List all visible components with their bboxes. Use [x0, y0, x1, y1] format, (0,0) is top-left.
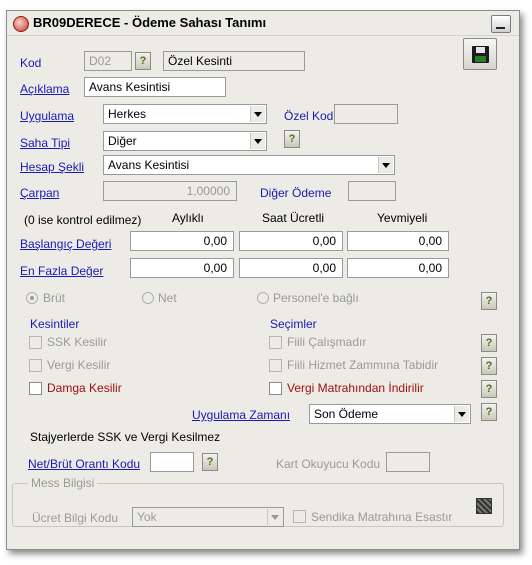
ucret-bilgi-value: Yok: [137, 510, 157, 524]
personel-radio[interactable]: [257, 292, 269, 304]
hesap-sekli-value: Avans Kesintisi: [108, 158, 190, 172]
mess-title: Mess Bilgisi: [28, 476, 98, 490]
kart-okuyucu-field[interactable]: [386, 452, 430, 472]
fiili-calisma-checkbox[interactable]: [269, 336, 282, 349]
brut-radio[interactable]: [26, 292, 38, 304]
fiili-calisma-label: Fiili Çalışmadır: [287, 335, 367, 349]
net-brut-field[interactable]: [150, 452, 194, 472]
net-brut-help-button[interactable]: ?: [202, 453, 218, 471]
carpan-field[interactable]: 1,00000: [103, 181, 237, 201]
col-saat-ucretli: Saat Ücretli: [262, 211, 325, 225]
kart-okuyucu-label: Kart Okuyucu Kodu: [276, 457, 381, 471]
sendika-label: Sendika Matrahına Esastır: [311, 510, 453, 524]
stajyer-note: Stajyerlerde SSK ve Vergi Kesilmez: [30, 430, 221, 444]
uygulama-label: Uygulama: [20, 109, 75, 123]
fiili-hizmet-help-button[interactable]: ?: [481, 357, 497, 375]
uygulama-select[interactable]: Herkes: [103, 104, 267, 124]
vergi-checkbox[interactable]: [29, 359, 42, 372]
personel-label: Personel'e bağlı: [273, 291, 359, 305]
vergi-matrah-label: Vergi Matrahından İndirilir: [287, 381, 424, 395]
ozel-kod-label: Özel Kod: [284, 109, 334, 123]
uygulama-zamani-value: Son Ödeme: [314, 407, 379, 421]
sendika-checkbox[interactable]: [293, 510, 306, 523]
secimler-title: Seçimler: [270, 317, 317, 331]
fiili-hizmet-label: Fiili Hizmet Zammına Tabidir: [287, 358, 439, 372]
hesap-sekli-label: Hesap Şekli: [20, 160, 85, 174]
kontrol-note: (0 ise kontrol edilmez): [24, 213, 142, 227]
mess-detail-button[interactable]: [476, 498, 492, 514]
chevron-down-icon[interactable]: [267, 509, 282, 525]
ucret-bilgi-label: Ücret Bilgi Kodu: [32, 511, 119, 525]
en-fazla-saat-field[interactable]: 0,00: [239, 258, 343, 278]
baslangic-aylikli-field[interactable]: 0,00: [130, 231, 234, 251]
col-aylikli: Aylıklı: [172, 211, 204, 225]
col-yevmiyeli: Yevmiyeli: [377, 211, 428, 225]
vergi-matrah-help-button[interactable]: ?: [481, 380, 497, 398]
uygulama-zamani-label: Uygulama Zamanı: [192, 408, 291, 422]
hesap-help-button[interactable]: ?: [481, 292, 497, 310]
en-fazla-label: En Fazla Değer: [20, 264, 104, 278]
fiili-calisma-help-button[interactable]: ?: [481, 334, 497, 352]
carpan-label: Çarpan: [20, 186, 60, 200]
window-title: BR09DERECE - Ödeme Sahası Tanımı: [33, 15, 267, 30]
ucret-bilgi-select[interactable]: Yok: [132, 507, 284, 527]
ozel-kod-field[interactable]: [334, 104, 398, 124]
brut-label: Brüt: [43, 291, 66, 305]
uygulama-value: Herkes: [108, 107, 147, 121]
damga-checkbox[interactable]: [29, 382, 42, 395]
vergi-label: Vergi Kesilir: [47, 358, 111, 372]
net-brut-label: Net/Brüt Orantı Kodu: [28, 457, 141, 471]
saha-tipi-label: Saha Tipi: [20, 136, 71, 150]
diger-odeme-field[interactable]: [348, 181, 396, 201]
net-label: Net: [158, 291, 177, 305]
baslangic-yevmiyeli-field[interactable]: 0,00: [347, 231, 449, 251]
net-radio[interactable]: [142, 292, 154, 304]
baslangic-saat-field[interactable]: 0,00: [239, 231, 343, 251]
kod-help-button[interactable]: ?: [135, 52, 151, 70]
minimize-button[interactable]: [491, 15, 511, 33]
app-icon: [13, 16, 29, 32]
fiili-hizmet-checkbox[interactable]: [269, 359, 282, 372]
ssk-checkbox[interactable]: [29, 336, 42, 349]
saha-tipi-help-button[interactable]: ?: [284, 130, 300, 148]
chevron-down-icon[interactable]: [250, 106, 265, 122]
chevron-down-icon[interactable]: [378, 157, 393, 173]
kod-code-field[interactable]: D02: [84, 51, 132, 71]
saha-tipi-value: Diğer: [108, 134, 137, 148]
en-fazla-aylikli-field[interactable]: 0,00: [130, 258, 234, 278]
baslangic-label: Başlangıç Değeri: [20, 237, 112, 251]
saha-tipi-select[interactable]: Diğer: [103, 131, 267, 151]
floppy-disk-icon: [472, 46, 489, 63]
aciklama-label: Açıklama: [20, 82, 70, 96]
kesintiler-title: Kesintiler: [30, 317, 80, 331]
hesap-sekli-select[interactable]: Avans Kesintisi: [103, 155, 395, 175]
diger-odeme-label: Diğer Ödeme: [260, 186, 332, 200]
uygulama-zamani-help-button[interactable]: ?: [481, 403, 497, 421]
damga-label: Damga Kesilir: [47, 381, 122, 395]
kod-name-field[interactable]: Özel Kesinti: [163, 51, 305, 71]
kod-label: Kod: [20, 56, 42, 70]
save-button[interactable]: [463, 38, 497, 70]
title-bar: BR09DERECE - Ödeme Sahası Tanımı: [7, 11, 519, 36]
aciklama-field[interactable]: Avans Kesintisi: [84, 77, 226, 97]
chevron-down-icon[interactable]: [250, 133, 265, 149]
en-fazla-yevmiyeli-field[interactable]: 0,00: [347, 258, 449, 278]
uygulama-zamani-select[interactable]: Son Ödeme: [309, 404, 471, 424]
chevron-down-icon[interactable]: [454, 406, 469, 422]
ssk-label: SSK Kesilir: [47, 335, 108, 349]
vergi-matrah-checkbox[interactable]: [269, 382, 282, 395]
